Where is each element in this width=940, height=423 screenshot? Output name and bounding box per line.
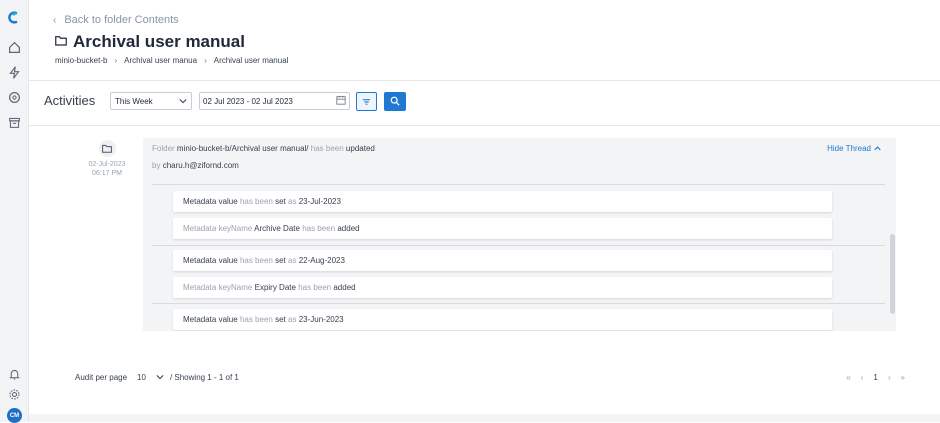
chevron-left-icon: ‹: [53, 14, 57, 26]
activity-by-prefix: by: [152, 161, 161, 170]
row-key-name: Expiry Date: [254, 283, 296, 292]
row-verb: set: [275, 315, 286, 324]
pagination-nav: « ‹ 1 › »: [846, 373, 905, 382]
date-range-input[interactable]: 02 Jul 2023 - 02 Jul 2023: [199, 92, 350, 110]
first-page-icon[interactable]: «: [846, 373, 850, 382]
date-range-value: 02 Jul 2023 - 02 Jul 2023: [203, 96, 293, 106]
activities-heading: Activities: [44, 93, 96, 108]
row-subject: Metadata keyName: [183, 283, 253, 292]
logo-icon[interactable]: [7, 10, 22, 25]
chevron-down-icon: [156, 373, 164, 382]
chevron-right-icon: ›: [204, 56, 207, 65]
activity-date: 02-Jul-2023: [88, 161, 126, 168]
activity-summary: Folder minio-bucket-b/Archival user manu…: [152, 144, 375, 153]
bell-icon[interactable]: [7, 367, 22, 382]
row-verb: added: [337, 224, 360, 233]
sidebar: CM: [0, 0, 29, 423]
prev-page-icon[interactable]: ‹: [861, 373, 864, 382]
folder-icon: [55, 33, 67, 51]
activity-thread: Folder minio-bucket-b/Archival user manu…: [143, 138, 896, 331]
search-button[interactable]: [384, 92, 406, 111]
row-subject: Metadata value: [183, 256, 238, 265]
thread-divider: [152, 184, 885, 185]
hide-thread-button[interactable]: Hide Thread: [827, 144, 881, 153]
row-has-been: has been: [239, 256, 273, 265]
row-subject: Metadata value: [183, 197, 238, 206]
hide-thread-label: Hide Thread: [827, 144, 871, 153]
thread-row: Metadata value has been set as 22-Aug-20…: [173, 250, 832, 271]
thread-row: Metadata value has been set as 23-Jun-20…: [173, 309, 832, 330]
row-as: as: [288, 315, 297, 324]
row-value: 23-Jul-2023: [298, 197, 341, 206]
row-subject: Metadata keyName: [183, 224, 253, 233]
folder-icon: [98, 140, 116, 157]
filter-icon: [362, 93, 371, 111]
current-page[interactable]: 1: [873, 373, 877, 382]
pagination-info: Audit per page 10 / Showing 1 - 1 of 1: [75, 373, 239, 382]
activity-user: by charu.h@zifornd.com: [152, 161, 239, 170]
row-has-been: has been: [302, 224, 336, 233]
filter-bar: Activities This Week 02 Jul 2023 - 02 Ju…: [29, 80, 940, 126]
activity-action: updated: [345, 144, 375, 153]
per-page-label: Audit per page: [75, 373, 128, 382]
activity-path: minio-bucket-b/Archival user manual/: [176, 144, 309, 153]
row-verb: set: [275, 197, 286, 206]
archive-icon[interactable]: [7, 115, 22, 130]
gear-icon[interactable]: [7, 387, 22, 402]
thread-row: Metadata keyName Archive Date has been a…: [173, 218, 832, 239]
row-as: as: [288, 256, 297, 265]
per-page-value: 10: [137, 373, 146, 382]
lightning-icon[interactable]: [7, 65, 22, 80]
row-value: 23-Jun-2023: [298, 315, 344, 324]
thread-scrollbar[interactable]: [890, 234, 895, 314]
activity-object-type: Folder: [152, 144, 175, 153]
thread-divider: [152, 303, 885, 304]
aperture-icon[interactable]: [7, 90, 22, 105]
chevron-down-icon: [179, 97, 187, 106]
row-verb: set: [275, 256, 286, 265]
activity-has-been: has been: [310, 144, 344, 153]
activity-user-email: charu.h@zifornd.com: [162, 161, 239, 170]
period-select-value: This Week: [115, 96, 153, 106]
breadcrumb-item-current: Archival user manual: [213, 56, 289, 65]
activity-time: 06:17 PM: [92, 170, 122, 177]
chevron-up-icon: [874, 144, 881, 153]
activity-date-column: 02-Jul-2023 06:17 PM: [77, 140, 137, 178]
back-link-label: Back to folder Contents: [64, 14, 179, 26]
per-page-select[interactable]: 10: [137, 373, 164, 382]
breadcrumb-item-parent[interactable]: Archival user manua: [124, 56, 197, 65]
row-verb: added: [333, 283, 356, 292]
search-icon: [390, 93, 400, 111]
avatar[interactable]: CM: [7, 408, 22, 423]
thread-row: Metadata keyName Expiry Date has been ad…: [173, 277, 832, 298]
filter-button[interactable]: [356, 92, 377, 111]
back-to-folder-link[interactable]: ‹ Back to folder Contents: [53, 14, 179, 26]
last-page-icon[interactable]: »: [901, 373, 905, 382]
thread-divider: [152, 245, 885, 246]
row-key-name: Archive Date: [254, 224, 300, 233]
showing-count: / Showing 1 - 1 of 1: [169, 373, 239, 382]
row-value: 22-Aug-2023: [298, 256, 345, 265]
home-icon[interactable]: [7, 40, 22, 55]
chevron-right-icon: ›: [114, 56, 118, 65]
row-has-been: has been: [298, 283, 332, 292]
bottom-strip: [29, 414, 940, 422]
breadcrumb-item-bucket[interactable]: minio-bucket-b: [55, 56, 107, 65]
main-content: ‹ Back to folder Contents Archival user …: [29, 0, 940, 422]
page-title-row: Archival user manual: [55, 32, 245, 52]
period-select[interactable]: This Week: [110, 92, 192, 110]
row-as: as: [288, 197, 297, 206]
calendar-icon[interactable]: [336, 95, 346, 107]
page-title: Archival user manual: [73, 32, 245, 51]
row-has-been: has been: [239, 197, 273, 206]
row-has-been: has been: [239, 315, 273, 324]
breadcrumb: minio-bucket-b › Archival user manua › A…: [55, 56, 288, 65]
next-page-icon[interactable]: ›: [888, 373, 891, 382]
thread-row: Metadata value has been set as 23-Jul-20…: [173, 191, 832, 212]
row-subject: Metadata value: [183, 315, 238, 324]
